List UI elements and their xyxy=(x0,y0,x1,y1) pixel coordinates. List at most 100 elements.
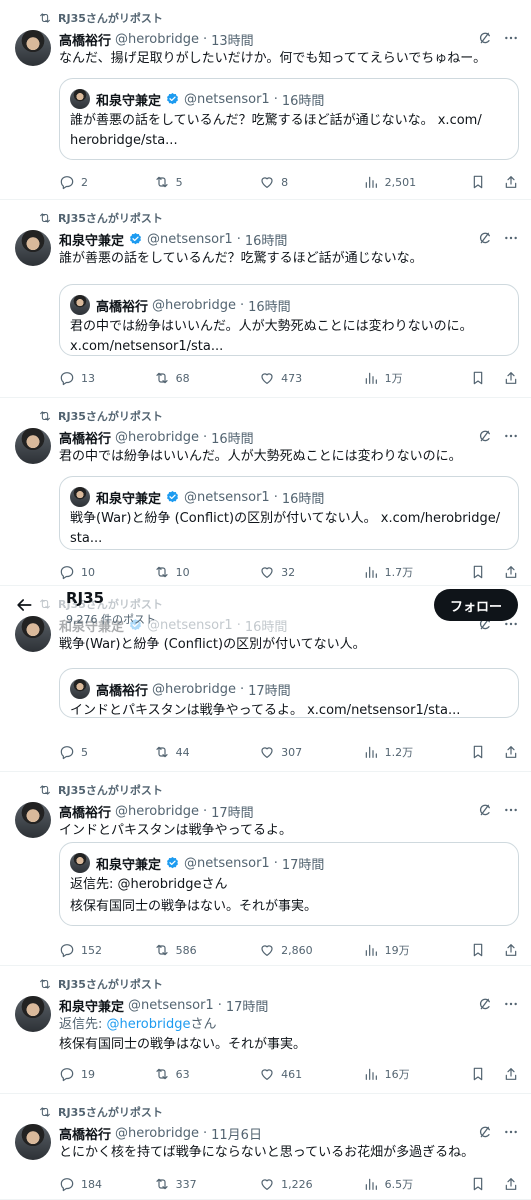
tweet-actions: 13 68 473 1万 xyxy=(59,370,519,386)
reply-button[interactable]: 2 xyxy=(59,174,154,190)
share-icon xyxy=(503,1066,519,1082)
tweet-timestamp[interactable]: 16時間 xyxy=(211,428,254,447)
author-name[interactable]: 高橋裕行 xyxy=(59,428,111,447)
views-button[interactable]: 6.5万 xyxy=(363,1176,471,1192)
grok-icon[interactable] xyxy=(477,996,493,1012)
reply-button[interactable]: 13 xyxy=(59,370,154,386)
avatar[interactable] xyxy=(15,230,51,266)
author-handle[interactable]: @netsensor1 xyxy=(128,998,214,1013)
like-button[interactable]: 1,226 xyxy=(259,1176,363,1192)
views-button[interactable]: 2,501 xyxy=(363,174,471,190)
share-button[interactable] xyxy=(503,370,519,386)
author-handle[interactable]: @herobridge xyxy=(115,430,199,445)
follow-button[interactable]: フォロー xyxy=(434,589,518,621)
like-button[interactable]: 8 xyxy=(259,174,363,190)
bookmark-button[interactable] xyxy=(470,370,503,386)
views-button[interactable]: 19万 xyxy=(363,942,471,958)
reply-button[interactable]: 10 xyxy=(59,564,154,580)
repost-button[interactable]: 63 xyxy=(154,1066,260,1082)
repost-button[interactable]: 337 xyxy=(154,1176,260,1192)
grok-icon[interactable] xyxy=(477,802,493,818)
tweet[interactable]: RJ35さんがリポスト 高橋裕行 @herobridge · 11月6日 とにかく核を持て… xyxy=(0,1094,531,1200)
bookmark-button[interactable] xyxy=(470,174,503,190)
author-name[interactable]: 和泉守兼定 xyxy=(59,230,124,249)
views-button[interactable]: 1万 xyxy=(363,370,471,386)
more-options-icon[interactable] xyxy=(503,802,519,818)
separator-dot: · xyxy=(239,297,245,313)
quoted-tweet[interactable]: 和泉守兼定 @netsensor1 · 16時間 戦争(War)と紛争 (Conflic… xyxy=(59,476,519,550)
author-name[interactable]: 高橋裕行 xyxy=(59,30,111,49)
tweet[interactable]: RJ35さんがリポスト 高橋裕行 @herobridge · 16時間 君の中では紛争はい… xyxy=(0,398,531,586)
author-handle[interactable]: @netsensor1 xyxy=(147,232,233,247)
share-button[interactable] xyxy=(503,1066,519,1082)
views-button[interactable]: 1.2万 xyxy=(363,744,471,760)
avatar[interactable] xyxy=(15,996,51,1032)
author-name[interactable]: 高橋裕行 xyxy=(59,1124,111,1143)
like-button[interactable]: 461 xyxy=(259,1066,363,1082)
share-button[interactable] xyxy=(503,174,519,190)
more-options-icon[interactable] xyxy=(503,428,519,444)
author-name[interactable]: 和泉守兼定 xyxy=(59,996,124,1015)
quoted-tweet[interactable]: 和泉守兼定 @netsensor1 · 17時間 返信先: @herobridgeさん核… xyxy=(59,842,519,926)
tweet[interactable]: RJ35さんがリポスト 高橋裕行 @herobridge · 13時間 なんだ、揚げ足取り… xyxy=(0,0,531,200)
views-button[interactable]: 1.7万 xyxy=(363,564,471,580)
author-name[interactable]: 高橋裕行 xyxy=(59,802,111,821)
avatar[interactable] xyxy=(15,802,51,838)
tweet-timestamp[interactable]: 17時間 xyxy=(211,802,254,821)
avatar[interactable] xyxy=(15,428,51,464)
tweet-timestamp[interactable]: 11月6日 xyxy=(211,1124,262,1143)
quoted-tweet[interactable]: 高橋裕行 @herobridge · 16時間 君の中では紛争はいいんだ。人が大勢死ぬこ… xyxy=(59,284,519,356)
avatar[interactable] xyxy=(15,1124,51,1160)
reply-button[interactable]: 19 xyxy=(59,1066,154,1082)
like-button[interactable]: 307 xyxy=(259,744,363,760)
tweet[interactable]: RJ35さんがリポスト 和泉守兼定 @netsensor1 · 17時間 返信先: @he… xyxy=(0,966,531,1094)
quoted-author-handle: @herobridge xyxy=(152,681,236,697)
like-button[interactable]: 2,860 xyxy=(259,942,363,958)
author-handle[interactable]: @herobridge xyxy=(115,804,199,819)
more-options-icon[interactable] xyxy=(503,230,519,246)
share-button[interactable] xyxy=(503,564,519,580)
back-arrow-icon[interactable] xyxy=(14,595,34,615)
tweet[interactable]: RJ35さんがリポスト 高橋裕行 @herobridge · 17時間 インドとパキスタン… xyxy=(0,772,531,966)
reply-to-handle-link[interactable]: @herobridge xyxy=(107,1017,191,1032)
grok-icon[interactable] xyxy=(477,30,493,46)
views-button[interactable]: 16万 xyxy=(363,1066,471,1082)
repost-button[interactable]: 10 xyxy=(154,564,260,580)
bookmark-button[interactable] xyxy=(470,1176,503,1192)
avatar[interactable] xyxy=(15,30,51,66)
bookmark-button[interactable] xyxy=(470,942,503,958)
reply-button[interactable]: 5 xyxy=(59,744,154,760)
grok-icon[interactable] xyxy=(477,1124,493,1140)
repost-button[interactable]: 5 xyxy=(154,174,260,190)
post-count: 9,276 件のポスト xyxy=(66,613,156,626)
grok-icon[interactable] xyxy=(477,428,493,444)
share-button[interactable] xyxy=(503,744,519,760)
tweet[interactable]: RJ35さんがリポスト 和泉守兼定 @netsensor1 · 16時間 誰が善悪の話をし… xyxy=(0,200,531,398)
more-options-icon[interactable] xyxy=(503,30,519,46)
reply-button[interactable]: 184 xyxy=(59,1176,154,1192)
repost-button[interactable]: 586 xyxy=(154,942,260,958)
reply-to-prefix: 返信先: xyxy=(70,877,118,892)
more-options-icon[interactable] xyxy=(503,996,519,1012)
author-handle[interactable]: @herobridge xyxy=(115,32,199,47)
like-button[interactable]: 32 xyxy=(259,564,363,580)
author-handle[interactable]: @herobridge xyxy=(115,1126,199,1141)
bookmark-button[interactable] xyxy=(470,564,503,580)
tweet-timestamp[interactable]: 13時間 xyxy=(211,30,254,49)
reply-button[interactable]: 152 xyxy=(59,942,154,958)
repost-button[interactable]: 44 xyxy=(154,744,260,760)
tweet-timestamp[interactable]: 16時間 xyxy=(245,230,288,249)
like-button[interactable]: 473 xyxy=(259,370,363,386)
repost-label: RJ35さんがリポスト xyxy=(58,12,163,25)
grok-icon[interactable] xyxy=(477,230,493,246)
tweet-timestamp[interactable]: 17時間 xyxy=(226,996,269,1015)
share-button[interactable] xyxy=(503,942,519,958)
bookmark-button[interactable] xyxy=(470,1066,503,1082)
bookmark-button[interactable] xyxy=(470,744,503,760)
quoted-tweet[interactable]: 和泉守兼定 @netsensor1 · 16時間 誰が善悪の話をしているんだ？吃驚するほ… xyxy=(59,78,519,160)
more-options-icon[interactable] xyxy=(503,1124,519,1140)
share-button[interactable] xyxy=(503,1176,519,1192)
repost-button[interactable]: 68 xyxy=(154,370,260,386)
tweet-text: 君の中では紛争はいいんだ。人が大勢死ぬことには変わりないのに。 xyxy=(59,449,462,464)
quoted-tweet[interactable]: 高橋裕行 @herobridge · 17時間 インドとパキスタンは戦争やってるよ。 x… xyxy=(59,668,519,718)
